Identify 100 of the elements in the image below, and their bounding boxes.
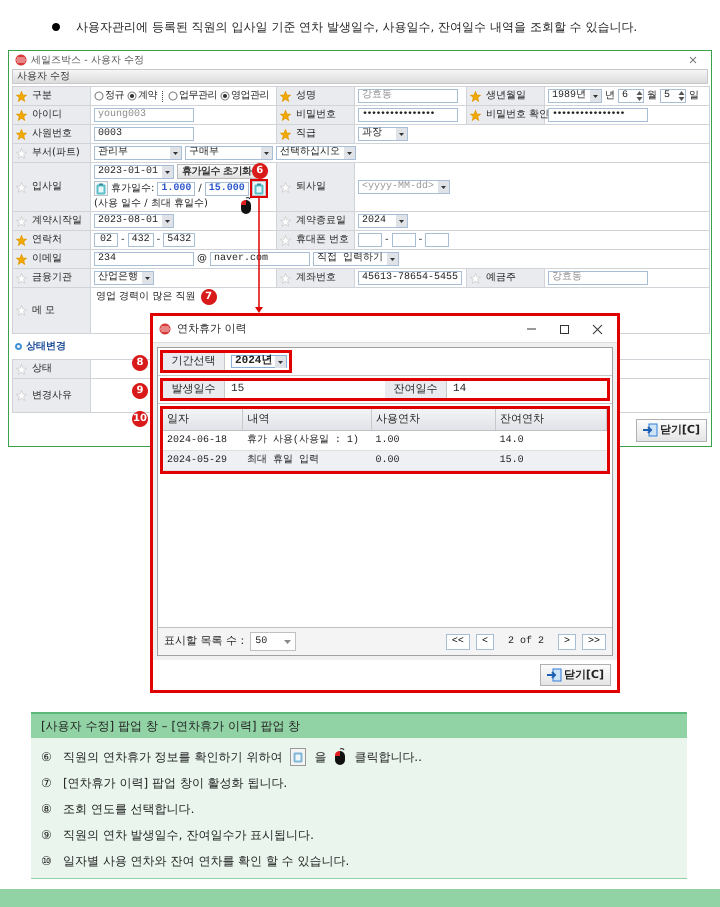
text-field[interactable]: 432 — [128, 233, 154, 247]
step-number: ⑧ — [41, 801, 53, 818]
radio-button[interactable]: 업무관리 — [168, 90, 217, 102]
field-label: 비밀번호 확인 — [486, 109, 550, 121]
dropdown[interactable]: 2023-01-01 — [94, 164, 174, 178]
field-label: 사원번호 — [32, 128, 72, 140]
field-label: 생년월일 — [486, 90, 526, 102]
caret-icon[interactable] — [344, 147, 355, 159]
caret-icon[interactable] — [396, 215, 407, 227]
text-field[interactable]: 15.000 — [204, 182, 249, 196]
close-icon — [689, 56, 697, 64]
inline-label: - — [121, 234, 125, 246]
column-header: 잔여연차 — [496, 409, 606, 430]
radio-icon[interactable] — [94, 91, 104, 101]
dropdown[interactable]: 1989년 — [548, 89, 602, 103]
spinner-arrows-icon[interactable] — [678, 90, 686, 102]
dropdown[interactable]: 2024 — [358, 214, 408, 228]
page-button[interactable]: > — [558, 634, 576, 650]
page-button[interactable]: >> — [582, 634, 606, 650]
dropdown[interactable]: 관리부 — [94, 146, 182, 160]
field-label: 변경사유 — [32, 390, 72, 402]
inline-label: 월 — [647, 90, 658, 102]
field-label: 잔여일수 — [385, 381, 447, 398]
value-text: 15 — [230, 382, 246, 398]
inline-label: / — [198, 182, 202, 194]
instruction-text: 일자별 사용 연차와 잔여 연차를 확인 할 수 있습니다. — [63, 853, 350, 870]
field-label: 발생일수 — [163, 381, 225, 398]
clipboard-icon — [290, 748, 306, 766]
instruction-text: 클릭합니다.. — [354, 749, 422, 766]
text-field[interactable]: 5432 — [163, 233, 196, 247]
spin-field[interactable]: 6 — [618, 89, 644, 103]
dropdown[interactable]: 50 — [250, 632, 296, 651]
radio-icon[interactable] — [127, 91, 137, 101]
radio-icon[interactable] — [220, 91, 230, 101]
caret-icon[interactable] — [261, 147, 272, 159]
spin-field[interactable]: 5 — [660, 89, 686, 103]
column-header: 내역 — [242, 409, 372, 430]
field-label: 입사일 — [32, 181, 62, 193]
text-field[interactable] — [392, 233, 416, 247]
dropdown[interactable]: 선택하십시오 — [276, 146, 356, 160]
caret-icon[interactable] — [170, 147, 181, 159]
radio-button[interactable]: 계약 — [127, 90, 157, 102]
inline-label: - — [156, 234, 160, 246]
password-field[interactable]: •••••••••••••••• — [358, 108, 458, 122]
instruction-text: [연차휴가 이력] 팝업 창이 활성화 됩니다. — [63, 775, 288, 792]
dropdown[interactable]: 직접 입력하기 — [313, 252, 400, 266]
password-field[interactable]: •••••••••••••••• — [548, 108, 648, 122]
page-button[interactable]: << — [446, 634, 470, 650]
inline-label: 휴가일수: — [111, 182, 154, 194]
page-button[interactable]: < — [476, 634, 494, 650]
instruction-text: 조회 연도를 선택합니다. — [63, 801, 194, 818]
text-field[interactable]: 45613-78654-5455 — [358, 271, 462, 285]
mouse-icon — [240, 197, 252, 215]
caret-icon[interactable] — [275, 356, 286, 368]
inline-label: - — [418, 234, 422, 246]
dropdown[interactable]: 과장 — [358, 127, 408, 141]
caret-icon[interactable] — [396, 128, 407, 140]
mouse-icon — [334, 748, 346, 766]
clipboard-button[interactable] — [94, 181, 108, 196]
text-field[interactable]: 02 — [94, 233, 118, 247]
column-header: 사용연차 — [371, 409, 496, 430]
radio-button[interactable]: 영업관리 — [220, 90, 269, 102]
window-title: 연차휴가 이력 — [177, 320, 246, 337]
field-label: 이메일 — [32, 253, 62, 265]
clipboard-icon — [254, 182, 264, 194]
reset-button[interactable]: 휴가일수 초기화 — [177, 164, 256, 179]
maximize-icon — [559, 324, 570, 334]
caret-icon[interactable] — [387, 253, 398, 265]
text-field[interactable]: 1.000 — [157, 182, 196, 196]
step-number: ⑦ — [41, 775, 53, 792]
text-field[interactable] — [425, 233, 450, 247]
caret-icon[interactable] — [162, 166, 174, 178]
dropdown[interactable]: 산업은행 — [94, 271, 154, 285]
value-text: 14 — [452, 382, 468, 398]
field-label: 계좌번호 — [296, 272, 336, 284]
radio-icon[interactable] — [168, 91, 178, 101]
bullet-icon — [52, 23, 60, 31]
text-field[interactable]: 0003 — [94, 127, 194, 141]
table-cell: 14.0 — [496, 430, 606, 450]
text-field[interactable] — [358, 233, 382, 247]
field-label: 휴대폰 번호 — [296, 234, 350, 246]
close-button[interactable]: 닫기[C] — [540, 664, 611, 686]
window-title: 세일즈박스 - 사용자 수정 — [31, 54, 144, 68]
app-logo-icon — [15, 54, 27, 66]
field-label: 아이디 — [32, 109, 62, 121]
dropdown[interactable]: 2024년 — [231, 355, 288, 368]
dropdown[interactable]: 2023-08-01 — [94, 214, 174, 228]
caret-icon[interactable] — [590, 90, 602, 102]
text-field[interactable]: 234 — [94, 252, 194, 266]
exit-icon — [642, 423, 658, 438]
dropdown[interactable]: 구매부 — [185, 146, 273, 160]
spinner-arrows-icon[interactable] — [636, 90, 644, 102]
close-button[interactable]: 닫기[C] — [636, 419, 707, 442]
inline-label: 일 — [689, 90, 700, 102]
caret-icon[interactable] — [162, 215, 174, 227]
step-number: 7 — [200, 289, 217, 305]
caret-icon[interactable] — [142, 272, 153, 284]
field-label: 계약종료일 — [296, 215, 346, 227]
caret-icon[interactable] — [438, 181, 450, 193]
radio-button[interactable]: 정규 — [94, 90, 124, 102]
